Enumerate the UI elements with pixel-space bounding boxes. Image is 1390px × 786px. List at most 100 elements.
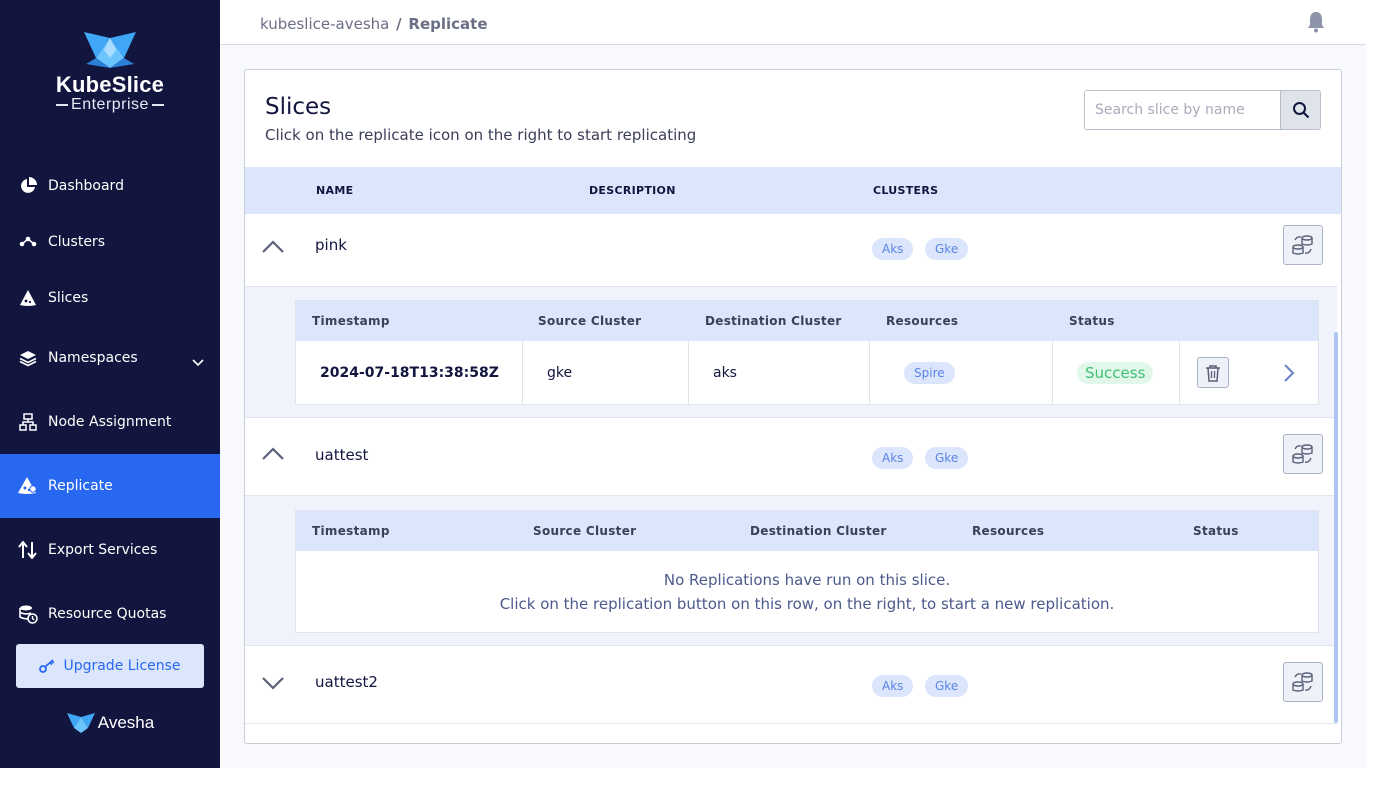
slices-icon [18, 288, 38, 308]
arrows-up-down-icon [18, 540, 38, 560]
sidebar-item-node-assignment[interactable]: Node Assignment [0, 390, 220, 454]
delete-button[interactable] [1197, 357, 1229, 388]
breadcrumb-root[interactable]: kubeslice-avesha [260, 15, 389, 33]
sidebar-item-label: Slices [48, 290, 89, 306]
replicate-icon [18, 476, 38, 496]
slices-card: Slices Click on the replicate icon on th… [244, 69, 1342, 744]
chevron-up-icon[interactable] [262, 238, 284, 257]
replicate-database-icon [1292, 444, 1313, 464]
sidebar-item-label: Namespaces [48, 350, 138, 366]
column-header-resources: Resources [972, 524, 1045, 538]
slice-name: pink [315, 236, 347, 254]
bell-icon[interactable] [1306, 11, 1326, 37]
column-header-status: Status [1193, 524, 1239, 538]
column-header-destination-cluster: Destination Cluster [750, 524, 887, 538]
replications-table-header: Timestamp Source Cluster Destination Clu… [296, 301, 1318, 341]
cluster-chip: Gke [925, 675, 969, 697]
table-row[interactable]: uattest Aks Gke [245, 418, 1337, 496]
kubeslice-logo[interactable]: KubeSlice Enterprise [0, 30, 220, 114]
sidebar-item-namespaces[interactable]: Namespaces [0, 326, 220, 390]
chevron-down-icon[interactable] [192, 352, 204, 371]
sidebar: KubeSlice Enterprise Dashboard Clusters … [0, 0, 220, 768]
brand-subtitle-text: Enterprise [71, 96, 149, 113]
layers-icon [18, 348, 38, 368]
cluster-chip: Gke [925, 238, 969, 260]
status-badge: Success [1077, 361, 1154, 384]
destination-cluster-cell: aks [689, 341, 870, 404]
search-input[interactable] [1085, 91, 1281, 129]
cluster-chip: Aks [872, 675, 914, 697]
avesha-crown-icon [66, 713, 95, 733]
empty-state-message: No Replications have run on this slice. [663, 571, 951, 589]
sidebar-item-resource-quotas[interactable]: Resource Quotas [0, 582, 220, 646]
column-header-source-cluster: Source Cluster [533, 524, 637, 538]
key-icon [39, 659, 55, 673]
page-subtitle: Click on the replicate icon on the right… [265, 126, 697, 144]
resource-chip: Spire [904, 361, 955, 384]
sidebar-item-export-services[interactable]: Export Services [0, 518, 220, 582]
column-header-timestamp: Timestamp [312, 314, 390, 328]
column-header-name: NAME [316, 184, 354, 197]
chevron-down-icon[interactable] [262, 676, 284, 695]
clusters-icon [18, 232, 38, 252]
actions-cell [1180, 341, 1318, 404]
replications-table: Timestamp Source Cluster Destination Clu… [295, 300, 1319, 405]
scrollbar[interactable] [1334, 332, 1338, 723]
search-icon [1292, 102, 1309, 119]
node-tree-icon [18, 412, 38, 432]
cluster-chip: Gke [925, 447, 969, 469]
sidebar-item-label: Dashboard [48, 178, 124, 194]
replicate-button[interactable] [1283, 662, 1323, 702]
table-row[interactable]: uattest2 Aks Gke [245, 646, 1337, 724]
table-row[interactable]: pink Aks Gke [245, 214, 1337, 287]
replicate-button[interactable] [1283, 225, 1323, 265]
replications-panel: Timestamp Source Cluster Destination Clu… [245, 496, 1337, 646]
slice-name: uattest2 [315, 673, 378, 691]
brand-title: KubeSlice [55, 72, 165, 97]
crown-logo-icon [84, 32, 136, 68]
column-header-destination-cluster: Destination Cluster [705, 314, 842, 328]
avesha-logo: Avesha [0, 712, 220, 734]
timestamp-cell: 2024-07-18T13:38:58Z [296, 341, 523, 404]
chevron-up-icon[interactable] [262, 445, 284, 464]
sidebar-item-label: Node Assignment [48, 414, 172, 430]
column-header-status: Status [1069, 314, 1115, 328]
brand-subtitle: Enterprise [0, 96, 220, 114]
replications-table-header: Timestamp Source Cluster Destination Clu… [296, 511, 1318, 551]
empty-state-hint: Click on the replication button on this … [499, 595, 1115, 613]
sidebar-item-clusters[interactable]: Clusters [0, 210, 220, 274]
breadcrumb: kubeslice-avesha / Replicate [260, 15, 488, 33]
upgrade-license-label: Upgrade License [63, 658, 181, 674]
upgrade-license-button[interactable]: Upgrade License [16, 644, 204, 688]
sidebar-item-replicate[interactable]: Replicate [0, 454, 220, 518]
source-cluster-cell: gke [523, 341, 689, 404]
column-header-description: DESCRIPTION [589, 184, 676, 197]
replicate-database-icon [1292, 672, 1313, 692]
cluster-chip: Aks [872, 447, 914, 469]
column-header-resources: Resources [886, 314, 959, 328]
breadcrumb-separator: / [396, 15, 402, 33]
replicate-button[interactable] [1283, 434, 1323, 474]
trash-icon [1206, 364, 1220, 382]
sidebar-item-slices[interactable]: Slices [0, 266, 220, 330]
column-header-clusters: CLUSTERS [873, 184, 939, 197]
replicate-database-icon [1292, 235, 1313, 255]
replications-panel: Timestamp Source Cluster Destination Clu… [245, 287, 1337, 418]
status-cell: Success [1053, 341, 1180, 404]
replications-table: Timestamp Source Cluster Destination Clu… [295, 510, 1319, 633]
chevron-right-icon[interactable] [1283, 363, 1295, 383]
page-title: Slices [265, 94, 332, 120]
sidebar-item-dashboard[interactable]: Dashboard [0, 154, 220, 218]
sidebar-item-label: Resource Quotas [48, 606, 167, 622]
slices-table-header: NAME DESCRIPTION CLUSTERS [245, 167, 1341, 214]
sidebar-item-label: Export Services [48, 542, 158, 558]
sidebar-item-label: Replicate [48, 478, 113, 494]
avesha-logo-text: Avesha [97, 713, 155, 732]
search-button[interactable] [1280, 91, 1320, 129]
resources-cell: Spire [870, 341, 1053, 404]
search-box [1084, 90, 1321, 130]
database-clock-icon [18, 604, 38, 624]
pie-chart-icon [18, 176, 38, 196]
column-header-timestamp: Timestamp [312, 524, 390, 538]
replication-row: 2024-07-18T13:38:58Z gke aks Spire Succe… [296, 341, 1318, 404]
